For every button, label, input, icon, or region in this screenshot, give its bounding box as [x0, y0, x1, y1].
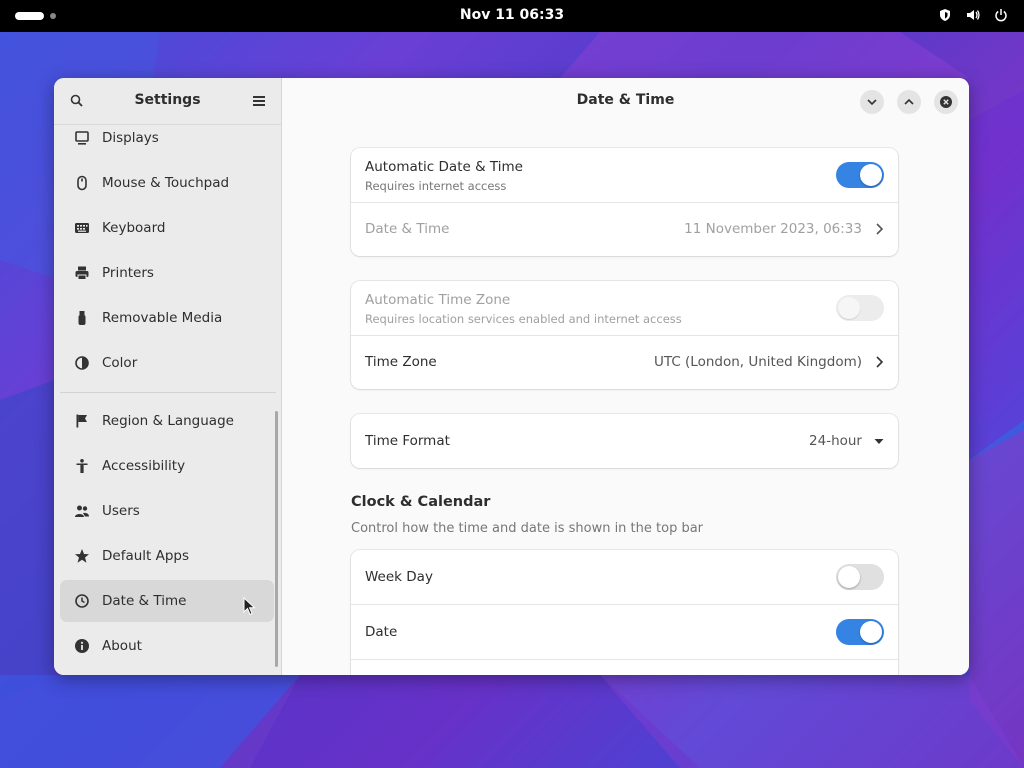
sidebar-item-users[interactable]: Users — [60, 490, 274, 532]
keyboard-icon — [74, 220, 90, 236]
week-day-toggle[interactable] — [836, 564, 884, 590]
sidebar-item-displays[interactable]: Displays — [60, 117, 274, 159]
sidebar-item-label: Accessibility — [102, 458, 186, 474]
printer-icon — [74, 265, 90, 281]
color-icon — [74, 355, 90, 371]
auto-datetime-toggle[interactable] — [836, 162, 884, 188]
mouse-icon — [74, 175, 90, 191]
clock-calendar-description: Control how the time and date is shown i… — [351, 521, 704, 536]
timezone-card: Automatic Time Zone Requires location se… — [351, 281, 898, 389]
hamburger-menu-icon[interactable] — [251, 93, 267, 109]
clock-calendar-heading: Clock & Calendar — [351, 494, 491, 510]
sidebar-scrollbar[interactable] — [275, 411, 278, 667]
sidebar-item-label: Printers — [102, 265, 154, 281]
auto-datetime-row[interactable]: Automatic Date & Time Requires internet … — [351, 148, 898, 203]
sidebar-item-label: Date & Time — [102, 593, 187, 609]
auto-datetime-subtitle: Requires internet access — [365, 179, 507, 193]
main-panel: Date & Time Automatic Date & Time Requir… — [282, 78, 969, 675]
chevron-right-icon — [876, 223, 884, 235]
shield-icon[interactable] — [938, 8, 952, 22]
chevron-right-icon — [876, 356, 884, 368]
sidebar-item-accessibility[interactable]: Accessibility — [60, 445, 274, 487]
timezone-value: UTC (London, United Kingdom) — [653, 354, 862, 370]
time-format-card: Time Format 24-hour — [351, 414, 898, 468]
timezone-title: Time Zone — [365, 354, 437, 370]
minimize-button[interactable] — [860, 90, 884, 114]
sidebar-item-label: About — [102, 638, 142, 654]
star-icon — [74, 548, 90, 564]
chevron-up-icon — [904, 98, 914, 105]
auto-datetime-title: Automatic Date & Time — [365, 159, 523, 175]
time-format-row[interactable]: Time Format 24-hour — [351, 414, 898, 468]
date-toggle[interactable] — [836, 619, 884, 645]
accessibility-icon — [74, 458, 90, 474]
sidebar-item-label: Keyboard — [102, 220, 166, 236]
sidebar-item-label: Region & Language — [102, 413, 234, 429]
auto-timezone-toggle[interactable] — [836, 295, 884, 321]
week-day-row[interactable]: Week Day — [351, 550, 898, 605]
clock-icon — [74, 593, 90, 609]
sidebar-item-mouse-touchpad[interactable]: Mouse & Touchpad — [60, 162, 274, 204]
sidebar-item-default-apps[interactable]: Default Apps — [60, 535, 274, 577]
top-bar: Nov 11 06:33 — [0, 0, 1024, 32]
sidebar-item-about[interactable]: About — [60, 625, 274, 667]
clock-calendar-card: Week Day Date — [351, 550, 898, 675]
flag-icon — [74, 413, 90, 429]
auto-timezone-row[interactable]: Automatic Time Zone Requires location se… — [351, 281, 898, 336]
sidebar: Settings Displays Mouse & Touchpad Keybo… — [54, 78, 282, 675]
time-format-title: Time Format — [365, 433, 450, 449]
dropdown-arrow-icon[interactable] — [874, 434, 884, 448]
close-button[interactable] — [934, 90, 958, 114]
users-icon — [74, 503, 90, 519]
auto-timezone-subtitle: Requires location services enabled and i… — [365, 312, 682, 326]
sidebar-title: Settings — [134, 92, 201, 108]
volume-icon[interactable] — [966, 8, 980, 22]
date-row[interactable]: Date — [351, 605, 898, 660]
sidebar-item-label: Displays — [102, 130, 159, 146]
power-icon[interactable] — [994, 8, 1008, 22]
time-format-value[interactable]: 24-hour — [809, 433, 862, 449]
settings-window: Settings Displays Mouse & Touchpad Keybo… — [54, 78, 969, 675]
sidebar-item-label: Users — [102, 503, 140, 519]
sidebar-item-label: Default Apps — [102, 548, 190, 564]
sidebar-item-label: Color — [102, 355, 138, 371]
timezone-row[interactable]: Time Zone UTC (London, United Kingdom) — [351, 335, 898, 389]
auto-timezone-title: Automatic Time Zone — [365, 292, 511, 308]
chevron-down-icon — [867, 99, 877, 106]
sidebar-item-region-language[interactable]: Region & Language — [60, 400, 274, 442]
mouse-pointer-icon — [243, 597, 256, 616]
sidebar-item-color[interactable]: Color — [60, 342, 274, 384]
usb-icon — [74, 310, 90, 326]
sidebar-item-printers[interactable]: Printers — [60, 252, 274, 294]
sidebar-item-date-time[interactable]: Date & Time — [60, 580, 274, 622]
sidebar-item-removable-media[interactable]: Removable Media — [60, 297, 274, 339]
maximize-button[interactable] — [897, 90, 921, 114]
datetime-card: Automatic Date & Time Requires internet … — [351, 148, 898, 256]
info-icon — [74, 638, 90, 654]
topbar-clock[interactable]: Nov 11 06:33 — [0, 7, 1024, 23]
close-icon — [940, 96, 952, 108]
sidebar-item-label: Removable Media — [102, 310, 223, 326]
datetime-title: Date & Time — [365, 221, 450, 237]
datetime-row[interactable]: Date & Time 11 November 2023, 06:33 — [351, 202, 898, 256]
sidebar-separator — [60, 392, 276, 393]
week-day-title: Week Day — [365, 569, 433, 585]
sidebar-item-label: Mouse & Touchpad — [102, 175, 230, 191]
display-icon — [74, 130, 90, 146]
sidebar-item-keyboard[interactable]: Keyboard — [60, 207, 274, 249]
date-title: Date — [365, 624, 398, 640]
datetime-value: 11 November 2023, 06:33 — [684, 221, 862, 237]
